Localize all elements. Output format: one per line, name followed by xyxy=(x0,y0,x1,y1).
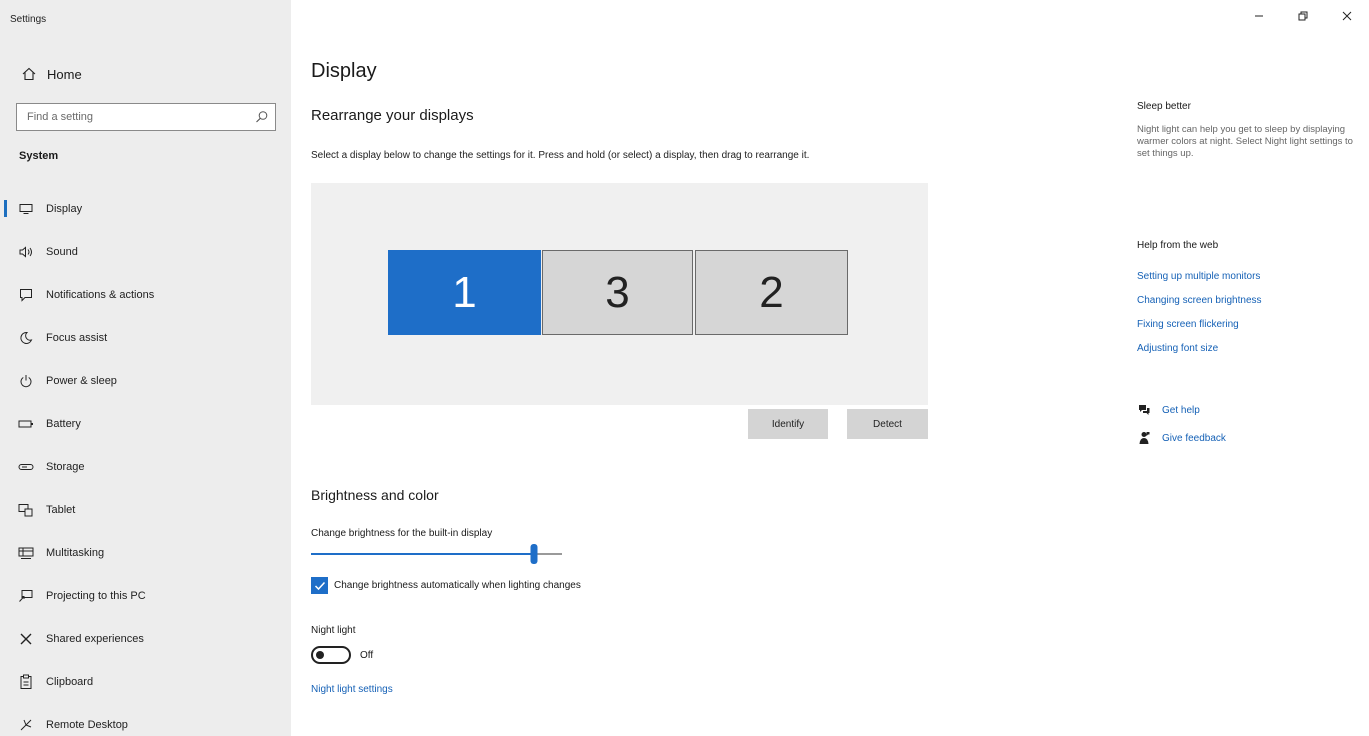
night-light-state: Off xyxy=(360,649,374,661)
sidebar-item-label: Notifications & actions xyxy=(46,288,155,301)
sidebar-item-tablet[interactable]: Tablet xyxy=(0,488,291,531)
help-web-heading: Help from the web xyxy=(1137,240,1219,251)
sidebar-item-storage[interactable]: Storage xyxy=(0,445,291,488)
slider-thumb[interactable] xyxy=(530,544,538,564)
toggle-knob xyxy=(316,651,324,659)
sleep-better-text: Night light can help you get to sleep by… xyxy=(1137,124,1353,159)
sleep-better-heading: Sleep better xyxy=(1137,101,1191,112)
brightness-slider-label: Change brightness for the built-in displ… xyxy=(311,528,493,539)
remote-desktop-icon xyxy=(18,717,34,733)
rearrange-heading: Rearrange your displays xyxy=(311,107,474,124)
sidebar-item-notifications[interactable]: Notifications & actions xyxy=(0,273,291,316)
sidebar-item-label: Sound xyxy=(46,245,78,258)
night-light-label: Night light xyxy=(311,625,356,636)
sidebar-item-label: Multitasking xyxy=(46,546,105,559)
sidebar-item-display[interactable]: Display xyxy=(0,187,291,230)
search-box[interactable] xyxy=(16,103,276,131)
sidebar-item-label: Tablet xyxy=(46,503,76,516)
sidebar-nav: Display Sound Notifications & actions Fo… xyxy=(0,187,291,736)
multitasking-icon xyxy=(18,545,34,561)
power-icon xyxy=(18,373,34,389)
sidebar-item-projecting[interactable]: Projecting to this PC xyxy=(0,574,291,617)
monitor-icon xyxy=(18,201,34,217)
minimize-button[interactable] xyxy=(1237,0,1281,32)
detect-button[interactable]: Detect xyxy=(847,409,928,439)
help-link-screen-brightness[interactable]: Changing screen brightness xyxy=(1137,295,1262,306)
notification-icon xyxy=(18,287,34,303)
projecting-icon xyxy=(18,588,34,604)
auto-brightness-row[interactable]: Change brightness automatically when lig… xyxy=(311,577,581,594)
moon-icon xyxy=(18,330,34,346)
get-help-link[interactable]: Get help xyxy=(1162,405,1200,416)
night-light-toggle-row: Off xyxy=(311,646,373,664)
search-input[interactable] xyxy=(25,110,255,124)
help-links: Setting up multiple monitors Changing sc… xyxy=(1137,271,1262,367)
restore-button[interactable] xyxy=(1281,0,1325,32)
chat-help-icon xyxy=(1137,403,1151,417)
monitor-1[interactable]: 1 xyxy=(388,250,541,335)
get-help-row[interactable]: Get help xyxy=(1137,403,1200,417)
give-feedback-row[interactable]: Give feedback xyxy=(1137,431,1226,445)
minimize-icon xyxy=(1255,15,1263,17)
clipboard-icon xyxy=(18,674,34,690)
identify-button[interactable]: Identify xyxy=(748,409,828,439)
sidebar-item-multitasking[interactable]: Multitasking xyxy=(0,531,291,574)
sidebar-item-focus-assist[interactable]: Focus assist xyxy=(0,316,291,359)
sidebar-item-shared-experiences[interactable]: Shared experiences xyxy=(0,617,291,660)
sidebar-item-label: Power & sleep xyxy=(46,374,117,387)
sidebar-item-battery[interactable]: Battery xyxy=(0,402,291,445)
slider-fill xyxy=(311,553,534,555)
brightness-slider[interactable] xyxy=(311,544,562,564)
night-light-toggle[interactable] xyxy=(311,646,351,664)
sidebar: Settings Home System Display Sound xyxy=(0,0,291,736)
sidebar-item-clipboard[interactable]: Clipboard xyxy=(0,660,291,703)
home-icon xyxy=(21,66,37,82)
feedback-icon xyxy=(1137,431,1151,445)
sidebar-item-remote-desktop[interactable]: Remote Desktop xyxy=(0,703,291,736)
night-light-settings-link[interactable]: Night light settings xyxy=(311,684,393,695)
help-link-font-size[interactable]: Adjusting font size xyxy=(1137,343,1218,354)
help-link-multiple-monitors[interactable]: Setting up multiple monitors xyxy=(1137,271,1260,282)
sidebar-item-label: Remote Desktop xyxy=(46,718,128,731)
sidebar-item-power-sleep[interactable]: Power & sleep xyxy=(0,359,291,402)
give-feedback-link[interactable]: Give feedback xyxy=(1162,433,1226,444)
sidebar-item-label: Battery xyxy=(46,417,81,430)
sidebar-section-label: System xyxy=(19,150,59,162)
rearrange-description: Select a display below to change the set… xyxy=(311,150,810,161)
close-button[interactable] xyxy=(1325,0,1369,32)
close-icon xyxy=(1342,11,1352,21)
auto-brightness-checkbox[interactable] xyxy=(311,577,328,594)
app-title: Settings xyxy=(10,14,47,25)
sidebar-item-label: Storage xyxy=(46,460,85,473)
sidebar-item-label: Focus assist xyxy=(46,331,108,344)
brightness-heading: Brightness and color xyxy=(311,487,439,503)
monitor-2[interactable]: 2 xyxy=(695,250,848,335)
search-icon[interactable] xyxy=(255,110,269,124)
restore-icon xyxy=(1298,11,1308,21)
window-controls xyxy=(1237,0,1369,32)
help-link-screen-flickering[interactable]: Fixing screen flickering xyxy=(1137,319,1239,330)
tablet-icon xyxy=(18,502,34,518)
speaker-icon xyxy=(18,244,34,260)
sidebar-home-label: Home xyxy=(47,66,82,82)
battery-icon xyxy=(18,416,34,432)
page-title: Display xyxy=(311,60,377,82)
sidebar-home[interactable]: Home xyxy=(21,63,82,85)
auto-brightness-label: Change brightness automatically when lig… xyxy=(334,580,581,591)
checkmark-icon xyxy=(314,581,325,590)
shared-icon xyxy=(18,631,34,647)
sidebar-item-sound[interactable]: Sound xyxy=(0,230,291,273)
sidebar-item-label: Shared experiences xyxy=(46,632,144,645)
monitor-3[interactable]: 3 xyxy=(542,250,693,335)
display-arrangement-area[interactable]: 1 3 2 xyxy=(311,183,928,405)
sidebar-item-label: Display xyxy=(46,202,83,215)
storage-icon xyxy=(18,459,34,475)
sidebar-item-label: Clipboard xyxy=(46,675,94,688)
sidebar-item-label: Projecting to this PC xyxy=(46,589,146,602)
